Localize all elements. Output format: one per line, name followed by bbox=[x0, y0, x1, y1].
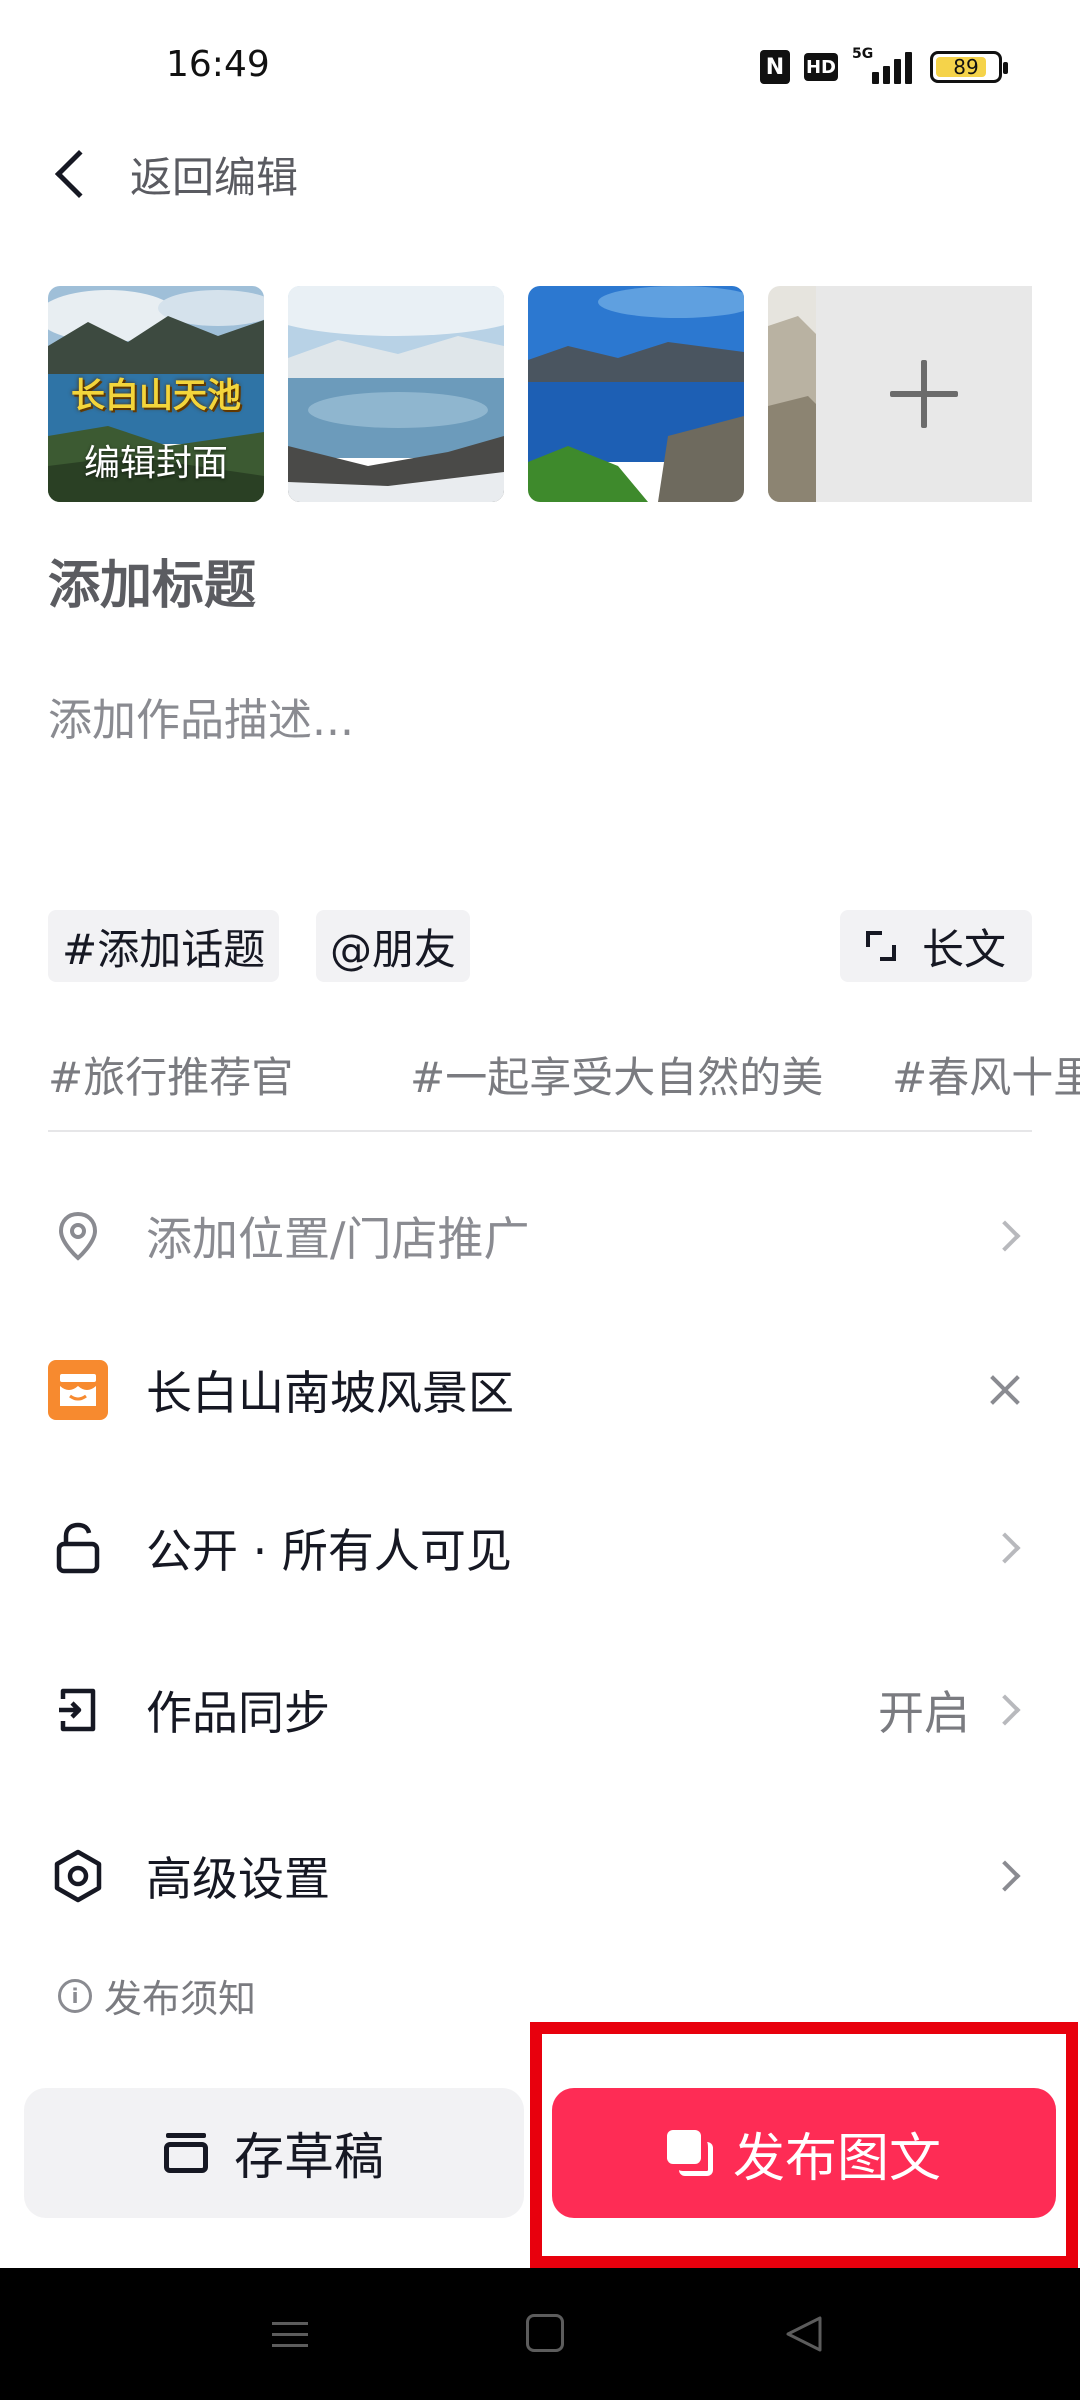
battery-level: 89 bbox=[953, 55, 979, 79]
lake-image bbox=[528, 286, 744, 502]
add-location-row[interactable]: 添加位置/门店推广 bbox=[0, 1176, 1080, 1296]
lake-image bbox=[288, 286, 504, 502]
store-row[interactable]: 长白山南坡风景区 bbox=[0, 1330, 1080, 1450]
sync-row[interactable]: 作品同步 开启 bbox=[0, 1650, 1080, 1770]
title-input[interactable] bbox=[48, 556, 1028, 616]
battery-icon: 89 bbox=[930, 51, 1008, 83]
chevron-right-icon bbox=[989, 1532, 1021, 1564]
nfc-icon: N bbox=[760, 50, 790, 84]
mention-friend-chip[interactable]: @朋友 bbox=[316, 910, 471, 982]
suggested-topic[interactable]: #一起享受大自然的美 bbox=[410, 1044, 823, 1105]
publish-label: 发布图文 bbox=[732, 2128, 941, 2189]
sync-value: 开启 bbox=[878, 1686, 970, 1740]
back-chevron-icon bbox=[54, 149, 104, 199]
unlock-icon bbox=[48, 1518, 108, 1578]
cover-thumbnail[interactable]: 长白山天池 编辑封面 bbox=[48, 286, 264, 502]
description-input[interactable] bbox=[48, 684, 1028, 874]
cover-title: 长白山天池 bbox=[71, 376, 241, 416]
suggested-topic[interactable]: #旅行推荐官 bbox=[48, 1044, 293, 1105]
back-nav-button[interactable] bbox=[782, 2312, 826, 2356]
suggested-topics: #旅行推荐官 #一起享受大自然的美 #春风十里 bbox=[48, 1044, 1080, 1122]
edit-cover-label: 编辑封面 bbox=[83, 443, 228, 484]
divider bbox=[48, 1130, 1032, 1132]
publish-notice-label: 发布须知 bbox=[104, 1977, 257, 2021]
plus-icon bbox=[890, 360, 958, 428]
long-text-label: 长文 bbox=[921, 924, 1006, 974]
long-text-chip[interactable]: 长文 bbox=[839, 910, 1032, 982]
advanced-settings-row[interactable]: 高级设置 bbox=[0, 1816, 1080, 1936]
status-bar: 16:49 N HD 5G 89 bbox=[0, 0, 1080, 130]
store-label: 长白山南坡风景区 bbox=[146, 1366, 514, 1420]
info-icon: i bbox=[58, 1978, 92, 2013]
back-label: 返回编辑 bbox=[130, 152, 299, 202]
sync-icon bbox=[48, 1680, 108, 1740]
network-type: 5G bbox=[852, 46, 874, 62]
image-thumbnail[interactable] bbox=[288, 286, 504, 502]
publish-icon bbox=[666, 2130, 713, 2176]
store-icon bbox=[48, 1360, 108, 1420]
back-button[interactable]: 返回编辑 bbox=[48, 136, 298, 212]
hd-icon: HD bbox=[804, 53, 838, 81]
status-time: 16:49 bbox=[166, 44, 270, 85]
visibility-label: 公开 · 所有人可见 bbox=[146, 1524, 512, 1578]
publish-notice-link[interactable]: i 发布须知 bbox=[58, 1968, 256, 2023]
add-image-button[interactable] bbox=[816, 286, 1032, 502]
chevron-right-icon bbox=[989, 1860, 1021, 1892]
sync-label: 作品同步 bbox=[146, 1686, 330, 1740]
media-strip: 长白山天池 编辑封面 bbox=[48, 286, 1032, 504]
status-icons: N HD 5G 89 bbox=[760, 46, 1008, 84]
location-pin-icon bbox=[48, 1206, 108, 1266]
navigation-bar bbox=[0, 2268, 1080, 2400]
back-triangle-icon bbox=[786, 2316, 822, 2352]
signal-icon: 5G bbox=[852, 46, 916, 84]
close-icon[interactable] bbox=[990, 1375, 1020, 1405]
visibility-row[interactable]: 公开 · 所有人可见 bbox=[0, 1488, 1080, 1608]
home-nav-button[interactable] bbox=[526, 2314, 564, 2352]
image-thumbnail[interactable] bbox=[528, 286, 744, 502]
expand-icon bbox=[865, 931, 896, 961]
save-draft-button[interactable]: 存草稿 bbox=[24, 2088, 524, 2218]
publish-button[interactable]: 发布图文 bbox=[552, 2088, 1056, 2218]
chevron-right-icon bbox=[989, 1694, 1021, 1726]
settings-hexagon-icon bbox=[48, 1846, 108, 1906]
add-topic-chip[interactable]: #添加话题 bbox=[48, 910, 280, 982]
menu-nav-button[interactable] bbox=[268, 2312, 312, 2356]
add-location-label: 添加位置/门店推广 bbox=[146, 1212, 530, 1266]
suggested-topic[interactable]: #春风十里 bbox=[892, 1044, 1080, 1105]
draft-box-icon bbox=[164, 2133, 208, 2173]
chevron-right-icon bbox=[989, 1220, 1021, 1252]
advanced-settings-label: 高级设置 bbox=[146, 1852, 330, 1906]
save-draft-label: 存草稿 bbox=[234, 2128, 384, 2186]
